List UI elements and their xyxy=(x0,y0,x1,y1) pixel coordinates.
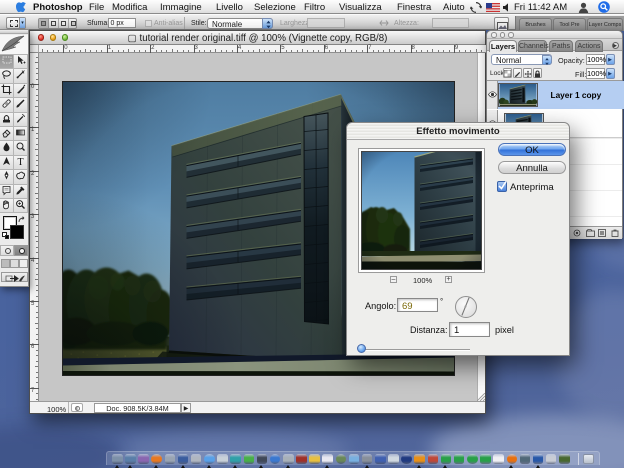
svg-text:T: T xyxy=(17,157,23,167)
